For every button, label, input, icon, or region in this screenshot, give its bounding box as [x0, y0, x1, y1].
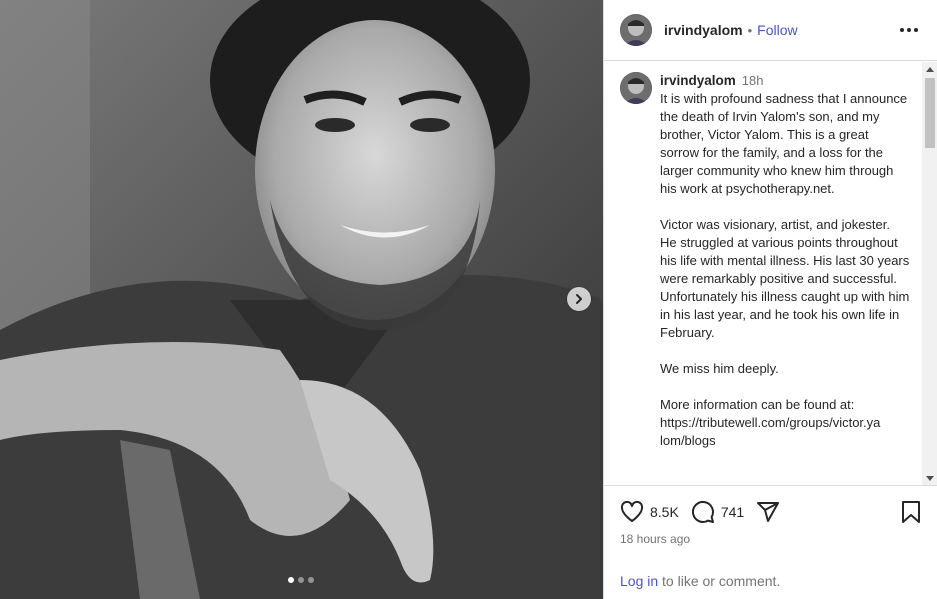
like-count[interactable]: 8.5K: [650, 504, 679, 520]
heart-icon: [620, 500, 644, 522]
post-header: irvindyalom • Follow: [604, 0, 937, 61]
scroll-up-arrow-icon[interactable]: [922, 62, 937, 76]
next-slide-button[interactable]: [567, 287, 591, 311]
carousel-dot: [298, 577, 304, 583]
chevron-right-icon: [576, 294, 582, 304]
caption-body: irvindyalom 18h It is with profound sadne…: [660, 72, 910, 450]
share-button[interactable]: [756, 500, 780, 524]
save-button[interactable]: [900, 500, 922, 529]
caption-paragraph: We miss him deeply.: [660, 361, 779, 376]
comment-count[interactable]: 741: [721, 504, 744, 520]
login-prompt: Log in to like or comment.: [620, 573, 780, 589]
carousel-dot-active: [288, 577, 294, 583]
comment-button[interactable]: 741: [691, 500, 744, 524]
scroll-down-arrow-icon[interactable]: [922, 472, 937, 485]
more-options-icon[interactable]: [900, 22, 920, 38]
carousel-indicator: [288, 577, 314, 583]
like-button[interactable]: 8.5K: [620, 500, 679, 524]
avatar[interactable]: [620, 14, 652, 46]
share-icon: [757, 502, 780, 522]
caption-time[interactable]: 18h: [742, 73, 764, 88]
caption-scrollbar[interactable]: [922, 62, 937, 485]
caption-avatar[interactable]: [620, 72, 652, 104]
caption-link-paragraph[interactable]: More information can be found at: https:…: [660, 396, 910, 450]
post-photo: [0, 0, 603, 599]
post-side-panel: irvindyalom • Follow irvindyalom 18h It i…: [603, 0, 937, 599]
login-link[interactable]: Log in: [620, 573, 658, 589]
separator-dot: •: [747, 22, 753, 38]
carousel-dot: [308, 577, 314, 583]
caption-paragraph: It is with profound sadness that I annou…: [660, 91, 911, 196]
post-media[interactable]: [0, 0, 603, 599]
caption-paragraph: Victor was visionary, artist, and jokest…: [660, 217, 913, 340]
header-username[interactable]: irvindyalom: [664, 22, 743, 38]
caption-area[interactable]: irvindyalom 18h It is with profound sadne…: [604, 62, 937, 486]
bookmark-icon: [902, 501, 920, 523]
post-timestamp[interactable]: 18 hours ago: [620, 532, 690, 546]
caption-username[interactable]: irvindyalom: [660, 73, 736, 88]
scrollbar-thumb[interactable]: [925, 78, 935, 148]
login-prompt-text: to like or comment.: [658, 573, 781, 589]
comment-icon: [691, 500, 714, 523]
follow-button[interactable]: Follow: [757, 22, 797, 38]
action-bar: 8.5K 741: [620, 498, 922, 526]
